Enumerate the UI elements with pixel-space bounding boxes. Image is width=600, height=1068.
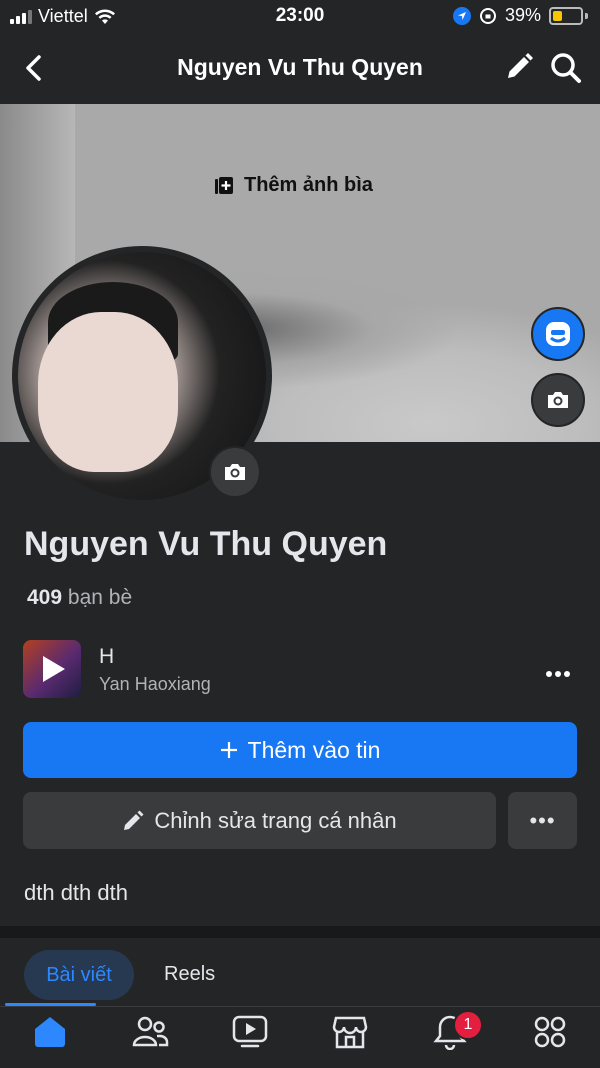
more-icon: ••• xyxy=(529,807,556,833)
video-icon[interactable] xyxy=(230,1012,270,1052)
menu-icon[interactable] xyxy=(530,1012,570,1052)
section-divider xyxy=(0,926,600,938)
avatar-frame-button[interactable] xyxy=(531,307,585,361)
music-title: H xyxy=(99,645,115,668)
add-cover-label: Thêm ảnh bìa xyxy=(244,174,373,196)
add-photo-icon xyxy=(215,176,233,194)
battery-percent: 39% xyxy=(504,5,541,25)
notification-badge: 1 xyxy=(453,1010,483,1040)
music-cover[interactable] xyxy=(23,640,81,698)
edit-profile-button[interactable]: Chỉnh sửa trang cá nhân xyxy=(23,792,496,849)
search-icon[interactable] xyxy=(550,52,582,84)
music-more-icon[interactable] xyxy=(545,665,571,683)
friends-icon[interactable] xyxy=(130,1012,170,1052)
add-cover-button[interactable]: Thêm ảnh bìa xyxy=(214,174,373,197)
edit-icon[interactable] xyxy=(504,52,534,82)
play-icon xyxy=(43,656,65,682)
marketplace-icon[interactable] xyxy=(330,1012,370,1052)
bottom-navigation xyxy=(0,1006,600,1068)
friends-label: bạn bè xyxy=(67,586,133,609)
battery-icon xyxy=(549,6,583,25)
more-options-button[interactable]: ••• xyxy=(508,792,577,849)
edit-profile-label: Chỉnh sửa trang cá nhân xyxy=(154,807,397,833)
avatar-camera-button[interactable] xyxy=(209,446,261,498)
cover-camera-button[interactable] xyxy=(531,373,585,427)
camera-icon xyxy=(225,464,245,480)
friends-number: 409 xyxy=(27,586,63,609)
orientation-lock-icon xyxy=(479,7,496,24)
tab-posts[interactable]: Bài viết xyxy=(24,950,134,1000)
add-to-story-label: Thêm vào tin xyxy=(247,736,381,763)
status-right: 39% xyxy=(452,5,588,26)
profile-bio: dth dth dth xyxy=(24,880,128,905)
top-header: Nguyen Vu Thu Quyen xyxy=(0,34,600,104)
pencil-icon xyxy=(124,810,144,830)
plus-icon xyxy=(220,742,237,758)
home-icon[interactable] xyxy=(30,1012,70,1052)
status-bar: Viettel 23:00 39% xyxy=(0,0,600,34)
music-artist: Yan Haoxiang xyxy=(99,674,211,694)
tab-posts-label: Bài viết xyxy=(46,963,112,986)
friends-count[interactable]: 409 bạn bè xyxy=(27,586,132,610)
add-to-story-button[interactable]: Thêm vào tin xyxy=(23,722,577,778)
camera-icon xyxy=(548,392,568,408)
profile-name: Nguyen Vu Thu Quyen xyxy=(24,525,388,563)
tab-reels[interactable]: Reels xyxy=(164,963,215,986)
location-icon xyxy=(452,6,471,25)
avatar-icon xyxy=(546,322,570,346)
